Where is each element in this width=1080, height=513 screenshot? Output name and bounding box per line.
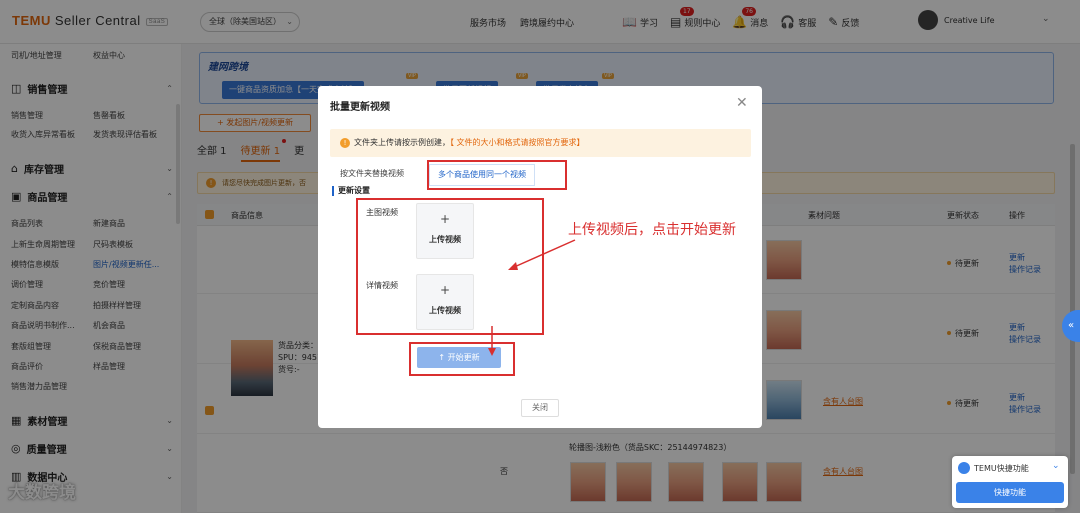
quick-title: TEMU快捷功能 bbox=[974, 464, 1029, 473]
annotation-box-tab bbox=[427, 160, 567, 190]
quick-functions-panel: TEMU快捷功能 ⌄ 快捷功能 bbox=[952, 456, 1068, 508]
annotation-box-start bbox=[409, 342, 515, 376]
chevron-down-icon[interactable]: ⌄ bbox=[1052, 461, 1060, 471]
dialog-title: 批量更新视频 bbox=[330, 102, 390, 113]
quick-function-button[interactable]: 快捷功能 bbox=[956, 482, 1064, 503]
temu-quick-icon bbox=[958, 462, 970, 474]
annotation-text: 上传视频后，点击开始更新 bbox=[568, 222, 736, 238]
section-title: 更新设置 bbox=[332, 186, 370, 196]
annotation-box-upload bbox=[356, 198, 544, 335]
warning-icon: ! bbox=[340, 138, 350, 148]
close-icon[interactable]: ✕ bbox=[736, 95, 748, 111]
close-button[interactable]: 关闭 bbox=[521, 399, 559, 417]
tip-bar: ! 文件夹上传请按示例创建，【 文件的大小和格式请按照官方要求】 bbox=[330, 129, 751, 157]
tab-folder-replace[interactable]: 按文件夹替换视频 bbox=[332, 164, 412, 186]
